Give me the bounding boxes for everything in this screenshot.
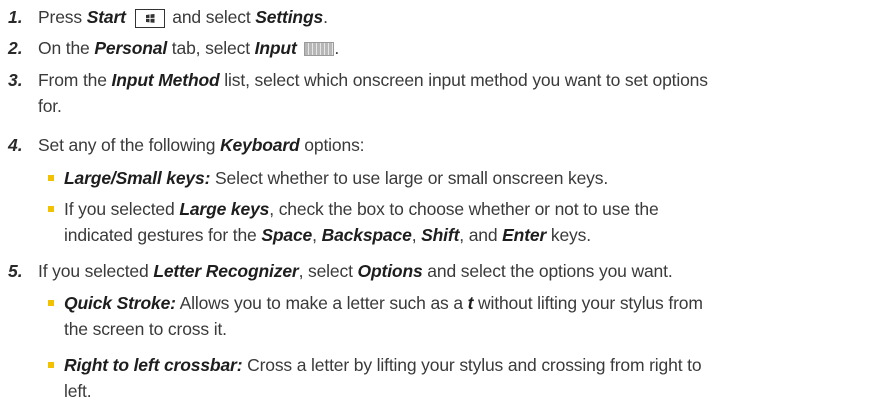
- start-label: Start: [86, 7, 126, 27]
- bullet-marker: [48, 300, 54, 306]
- settings-label: Settings: [255, 7, 324, 27]
- bullet-marker: [48, 362, 54, 368]
- input-label: Input: [254, 38, 297, 58]
- keyboard-label: Keyboard: [220, 135, 300, 155]
- step-number: 5.: [8, 261, 23, 281]
- step-text: On the Personal tab, select Input .: [38, 38, 340, 58]
- step-text: Set any of the following Keyboard option…: [38, 135, 365, 155]
- step-text: If you selected Letter Recognizer, selec…: [38, 261, 673, 281]
- step-number: 1.: [8, 7, 23, 27]
- letter-recognizer-label: Letter Recognizer: [153, 261, 299, 281]
- windows-flag-icon: [145, 14, 155, 23]
- step-text: Press Start and select Settings.: [38, 7, 328, 28]
- bullet-text: Large/Small keys: Select whether to use …: [64, 168, 609, 188]
- bullet-marker: [48, 206, 54, 212]
- bullet-text: If you selected Large keys, check the bo…: [64, 199, 659, 245]
- options-label: Options: [357, 261, 423, 281]
- personal-tab-label: Personal: [94, 38, 168, 58]
- step-text: From the Input Method list, select which…: [38, 70, 708, 116]
- keyboard-input-icon: [304, 42, 335, 56]
- step-number: 3.: [8, 70, 23, 90]
- step-number: 4.: [8, 135, 23, 155]
- bullet-text: Right to left crossbar: Cross a letter b…: [64, 355, 702, 401]
- step-number: 2.: [8, 38, 23, 58]
- input-method-label: Input Method: [111, 70, 220, 90]
- windows-start-key-icon: [134, 9, 165, 28]
- bullet-marker: [48, 175, 54, 181]
- bullet-text: Quick Stroke: Allows you to make a lette…: [64, 293, 703, 339]
